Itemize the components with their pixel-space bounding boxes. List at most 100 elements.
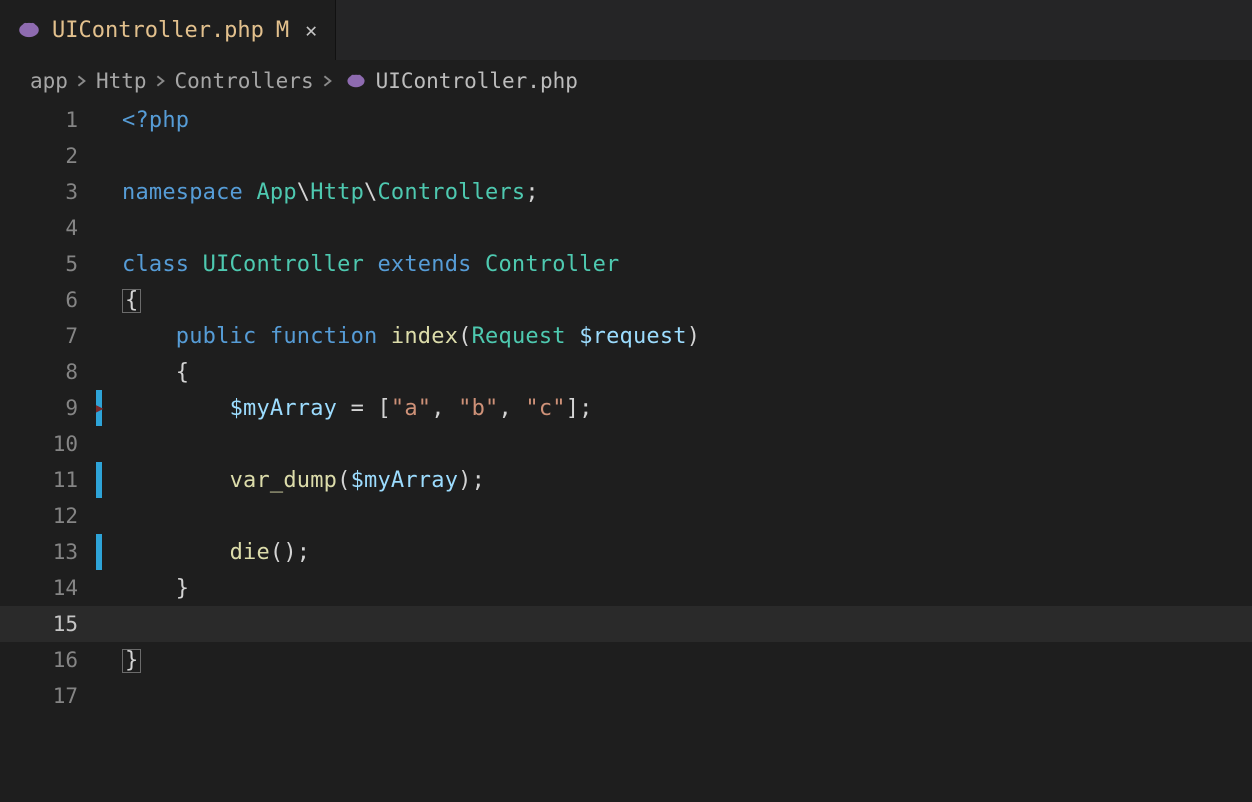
code-line[interactable]: 8 { xyxy=(0,354,1252,390)
line-number: 1 xyxy=(0,108,96,132)
code-content[interactable]: die(); xyxy=(104,540,1252,565)
code-token: App xyxy=(256,180,296,205)
editor-tab[interactable]: UIController.php M ✕ xyxy=(0,0,336,60)
breadcrumb-segment[interactable]: app xyxy=(30,69,68,93)
close-icon[interactable]: ✕ xyxy=(305,18,317,42)
gutter-modified-marker xyxy=(96,282,102,318)
code-line[interactable]: 13 die(); xyxy=(0,534,1252,570)
code-line[interactable]: 4 xyxy=(0,210,1252,246)
gutter-modified-marker xyxy=(96,174,102,210)
line-number: 2 xyxy=(0,144,96,168)
code-token: UIController xyxy=(203,252,364,277)
line-number: 10 xyxy=(0,432,96,456)
code-token: , xyxy=(498,396,525,421)
code-content[interactable]: class UIController extends Controller xyxy=(104,252,1252,277)
gutter-modified-marker xyxy=(96,498,102,534)
code-token xyxy=(122,396,230,421)
code-line[interactable]: 9 $myArray = ["a", "b", "c"]; xyxy=(0,390,1252,426)
gutter-modified-marker xyxy=(96,534,102,570)
line-number: 8 xyxy=(0,360,96,384)
line-number: 16 xyxy=(0,648,96,672)
code-content[interactable]: public function index(Request $request) xyxy=(104,324,1252,349)
code-token: index xyxy=(391,324,458,349)
code-token: "a" xyxy=(391,396,431,421)
line-number: 15 xyxy=(0,612,96,636)
code-token: ]; xyxy=(566,396,593,421)
breadcrumb: app Http Controllers UIController.php xyxy=(0,60,1252,102)
code-line[interactable]: 15 xyxy=(0,606,1252,642)
gutter-modified-marker xyxy=(96,606,102,642)
code-token: <?php xyxy=(122,108,189,133)
code-token: ) xyxy=(687,324,700,349)
gutter-modified-marker xyxy=(96,354,102,390)
line-number: 11 xyxy=(0,468,96,492)
line-number: 9 xyxy=(0,396,96,420)
code-token: $myArray xyxy=(351,468,459,493)
chevron-right-icon xyxy=(155,71,167,92)
line-number: 6 xyxy=(0,288,96,312)
code-token xyxy=(122,540,230,565)
code-token: namespace xyxy=(122,180,256,205)
code-line[interactable]: 14 } xyxy=(0,570,1252,606)
gutter-modified-marker xyxy=(96,462,102,498)
tab-bar: UIController.php M ✕ xyxy=(0,0,1252,60)
code-token xyxy=(364,252,377,277)
code-token: var_dump xyxy=(230,468,338,493)
code-content[interactable]: } xyxy=(104,576,1252,601)
line-number: 13 xyxy=(0,540,96,564)
chevron-right-icon xyxy=(76,71,88,92)
line-number: 14 xyxy=(0,576,96,600)
code-token: { xyxy=(122,360,189,385)
code-token: function xyxy=(270,324,391,349)
code-line[interactable]: 3namespace App\Http\Controllers; xyxy=(0,174,1252,210)
gutter-modified-marker xyxy=(96,642,102,678)
gutter-modified-marker xyxy=(96,390,102,426)
code-content[interactable]: } xyxy=(104,648,1252,673)
code-token: public xyxy=(176,324,270,349)
code-token: Controllers xyxy=(377,180,525,205)
code-token xyxy=(122,324,176,349)
line-number: 5 xyxy=(0,252,96,276)
line-number: 4 xyxy=(0,216,96,240)
bracket-match: } xyxy=(122,649,141,673)
breadcrumb-segment[interactable]: Http xyxy=(96,69,147,93)
code-token: \ xyxy=(297,180,310,205)
code-token: "c" xyxy=(525,396,565,421)
code-content[interactable]: { xyxy=(104,288,1252,313)
code-line[interactable]: 16▶} xyxy=(0,642,1252,678)
gutter-modified-marker xyxy=(96,570,102,606)
chevron-right-icon xyxy=(322,71,334,92)
code-content[interactable]: <?php xyxy=(104,108,1252,133)
code-token: ( xyxy=(458,324,471,349)
code-token: \ xyxy=(364,180,377,205)
code-token: , xyxy=(431,396,458,421)
gutter-modified-marker xyxy=(96,102,102,138)
code-content[interactable]: var_dump($myArray); xyxy=(104,468,1252,493)
gutter-modified-marker xyxy=(96,426,102,462)
code-token: die xyxy=(230,540,270,565)
code-line[interactable]: 5▶class UIController extends Controller xyxy=(0,246,1252,282)
code-line[interactable]: 6{ xyxy=(0,282,1252,318)
code-line[interactable]: 2 xyxy=(0,138,1252,174)
gutter-modified-marker xyxy=(96,138,102,174)
gutter-modified-marker xyxy=(96,678,102,714)
php-elephant-icon xyxy=(346,74,366,88)
gutter-modified-marker xyxy=(96,246,102,282)
code-token: ( xyxy=(337,468,350,493)
breadcrumb-segment[interactable]: UIController.php xyxy=(376,69,578,93)
code-line[interactable]: 1 <?php xyxy=(0,102,1252,138)
code-token: "b" xyxy=(458,396,498,421)
code-line[interactable]: 17 xyxy=(0,678,1252,714)
code-content[interactable]: namespace App\Http\Controllers; xyxy=(104,180,1252,205)
breadcrumb-segment[interactable]: Controllers xyxy=(175,69,314,93)
code-line[interactable]: 12 xyxy=(0,498,1252,534)
code-content[interactable]: { xyxy=(104,360,1252,385)
code-line[interactable]: 7 public function index(Request $request… xyxy=(0,318,1252,354)
tab-modified-marker: M xyxy=(276,18,289,43)
code-content[interactable]: $myArray = ["a", "b", "c"]; xyxy=(104,396,1252,421)
code-editor[interactable]: 1 <?php 2 3namespace App\Http\Controllers; 4… xyxy=(0,102,1252,714)
code-token: Controller xyxy=(485,252,619,277)
code-token: Http xyxy=(310,180,364,205)
code-line[interactable]: 11 var_dump($myArray); xyxy=(0,462,1252,498)
code-line[interactable]: 10 xyxy=(0,426,1252,462)
